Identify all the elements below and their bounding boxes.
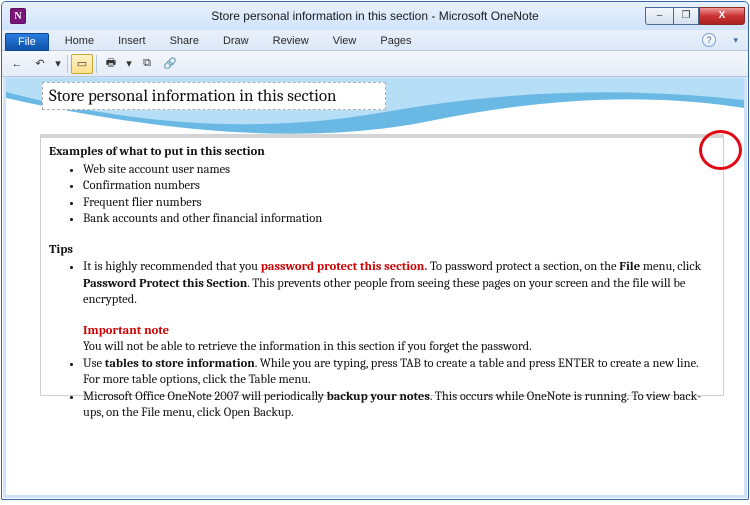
- page-title-container[interactable]: Store personal information in this secti…: [42, 82, 386, 110]
- print-dropdown-icon[interactable]: ▾: [123, 54, 135, 74]
- tab-home[interactable]: Home: [53, 32, 106, 50]
- ribbon-tabs: File Home Insert Share Draw Review View …: [2, 30, 748, 51]
- undo-dropdown-icon[interactable]: ▾: [52, 54, 64, 74]
- ribbon-expand-icon[interactable]: ▾: [733, 35, 738, 46]
- tips-list: It is highly recommended that you passwo…: [49, 259, 713, 422]
- help-icon[interactable]: ?: [702, 33, 716, 47]
- page-canvas[interactable]: Store personal information in this secti…: [6, 78, 744, 495]
- tab-file[interactable]: File: [5, 33, 49, 51]
- list-item: Use tables to store information. While y…: [83, 356, 713, 389]
- important-note-label: Important note: [83, 324, 169, 338]
- tab-insert[interactable]: Insert: [106, 32, 158, 50]
- examples-list: Web site account user names Confirmation…: [49, 162, 713, 228]
- link-button[interactable]: 🔗: [159, 54, 181, 74]
- list-item: Bank accounts and other financial inform…: [83, 211, 713, 228]
- toolbar-separator: [96, 55, 97, 73]
- maximize-button[interactable]: ❐: [673, 7, 699, 25]
- tab-share[interactable]: Share: [158, 32, 211, 50]
- fullpage-toggle[interactable]: ▭: [71, 54, 93, 74]
- print-button[interactable]: 🖶: [100, 54, 122, 74]
- tab-pages[interactable]: Pages: [368, 32, 423, 50]
- note-container[interactable]: Examples of what to put in this section …: [40, 134, 724, 396]
- list-item: Frequent flier numbers: [83, 195, 713, 212]
- back-button[interactable]: ←: [6, 54, 28, 74]
- close-button[interactable]: X: [699, 7, 745, 25]
- password-protect-emphasis: password protect this section.: [261, 260, 427, 274]
- minimize-button[interactable]: –: [645, 7, 673, 25]
- examples-heading: Examples of what to put in this section: [49, 145, 265, 159]
- tab-draw[interactable]: Draw: [211, 32, 261, 50]
- quick-access-toolbar: ← ↶ ▾ ▭ 🖶 ▾ ⧉ 🔗: [2, 51, 748, 77]
- page-title: Store personal information in this secti…: [49, 87, 337, 106]
- tab-review[interactable]: Review: [261, 32, 321, 50]
- tips-heading: Tips: [49, 243, 73, 257]
- toolbar-separator: [67, 55, 68, 73]
- title-bar[interactable]: N Store personal information in this sec…: [2, 2, 748, 30]
- list-item: Web site account user names: [83, 162, 713, 179]
- onenote-app-icon: N: [10, 8, 26, 24]
- dock-button[interactable]: ⧉: [136, 54, 158, 74]
- undo-button[interactable]: ↶: [29, 54, 51, 74]
- window-title: Store personal information in this secti…: [2, 9, 748, 23]
- onenote-window: N Store personal information in this sec…: [1, 1, 749, 500]
- list-item: Microsoft Office OneNote 2007 will perio…: [83, 389, 713, 422]
- tab-view[interactable]: View: [321, 32, 369, 50]
- list-item: It is highly recommended that you passwo…: [83, 259, 713, 356]
- list-item: Confirmation numbers: [83, 178, 713, 195]
- important-note-text: You will not be able to retrieve the inf…: [83, 340, 532, 354]
